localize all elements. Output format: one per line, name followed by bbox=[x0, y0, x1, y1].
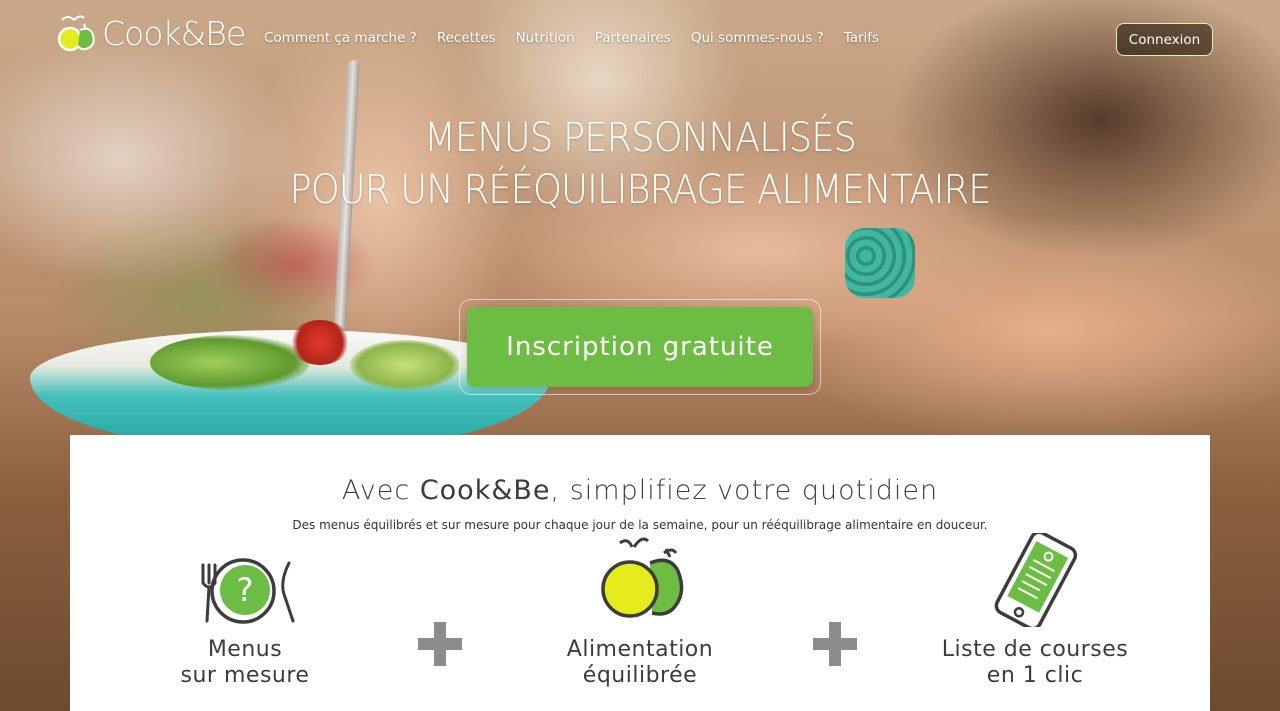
intro-title-suffix: , simplifiez votre quotidien bbox=[550, 475, 939, 506]
bracelet-decoration bbox=[845, 228, 915, 298]
nav-item-nutrition[interactable]: Nutrition bbox=[516, 30, 575, 46]
free-signup-button[interactable]: Inscription gratuite bbox=[467, 307, 813, 387]
intro-title: Avec Cook&Be, simplifiez votre quotidien bbox=[70, 475, 1210, 506]
hero-headline: MENUS PERSONNALISÉS POUR UN RÉÉQUILIBRAG… bbox=[0, 112, 1280, 216]
plus-icon bbox=[418, 622, 462, 666]
site-header: Cook&Be Comment ça marche ? Recettes Nut… bbox=[0, 0, 1280, 80]
feature-shopping-list: Liste de courses en 1 clic bbox=[925, 530, 1145, 689]
feature-balanced-diet: Alimentation équilibrée bbox=[530, 537, 750, 689]
svg-text:?: ? bbox=[237, 571, 254, 609]
feature-shopping-list-line1: Liste de courses bbox=[941, 637, 1129, 662]
feature-custom-menus-label: Menus sur mesure bbox=[135, 637, 355, 689]
nav-item-partners[interactable]: Partenaires bbox=[595, 30, 671, 46]
feature-custom-menus-line1: Menus bbox=[207, 637, 283, 662]
feature-shopping-list-label: Liste de courses en 1 clic bbox=[925, 637, 1145, 689]
main-nav: Comment ça marche ? Recettes Nutrition P… bbox=[264, 30, 899, 46]
hero-headline-line1: MENUS PERSONNALISÉS bbox=[424, 115, 857, 161]
feature-custom-menus-line2: sur mesure bbox=[180, 663, 310, 688]
intro-title-brand: Cook&Be bbox=[419, 475, 551, 506]
feature-custom-menus: ? Menus sur mesure bbox=[135, 553, 355, 689]
intro-title-prefix: Avec bbox=[341, 475, 420, 506]
nav-item-recipes[interactable]: Recettes bbox=[437, 30, 496, 46]
nav-item-pricing[interactable]: Tarifs bbox=[844, 30, 879, 46]
tomato-decoration bbox=[290, 320, 350, 365]
intro-panel: Avec Cook&Be, simplifiez votre quotidien… bbox=[70, 435, 1210, 711]
nav-item-about-us[interactable]: Qui sommes-nous ? bbox=[691, 30, 824, 46]
smartphone-list-icon bbox=[994, 530, 1078, 631]
login-button[interactable]: Connexion bbox=[1116, 23, 1213, 56]
intro-subtitle: Des menus équilibrés et sur mesure pour … bbox=[292, 518, 988, 532]
nav-item-how-it-works[interactable]: Comment ça marche ? bbox=[264, 30, 417, 46]
brand-name: Cook&Be bbox=[102, 13, 246, 53]
feature-balanced-diet-label: Alimentation équilibrée bbox=[530, 637, 750, 689]
feature-balanced-diet-line1: Alimentation bbox=[566, 637, 714, 662]
brand-logo[interactable]: Cook&Be bbox=[54, 12, 246, 54]
salad-greens-decoration bbox=[350, 340, 460, 390]
feature-shopping-list-line2: en 1 clic bbox=[986, 663, 1084, 688]
apples-icon bbox=[601, 537, 684, 618]
hero-headline-line2: POUR UN RÉÉQUILIBRAGE ALIMENTAIRE bbox=[289, 167, 991, 213]
plus-icon bbox=[813, 622, 857, 666]
feature-balanced-diet-line2: équilibrée bbox=[582, 663, 698, 688]
salad-leaves-decoration bbox=[150, 335, 310, 390]
apple-logo-icon bbox=[57, 15, 95, 52]
plate-question-icon: ? bbox=[201, 558, 295, 624]
